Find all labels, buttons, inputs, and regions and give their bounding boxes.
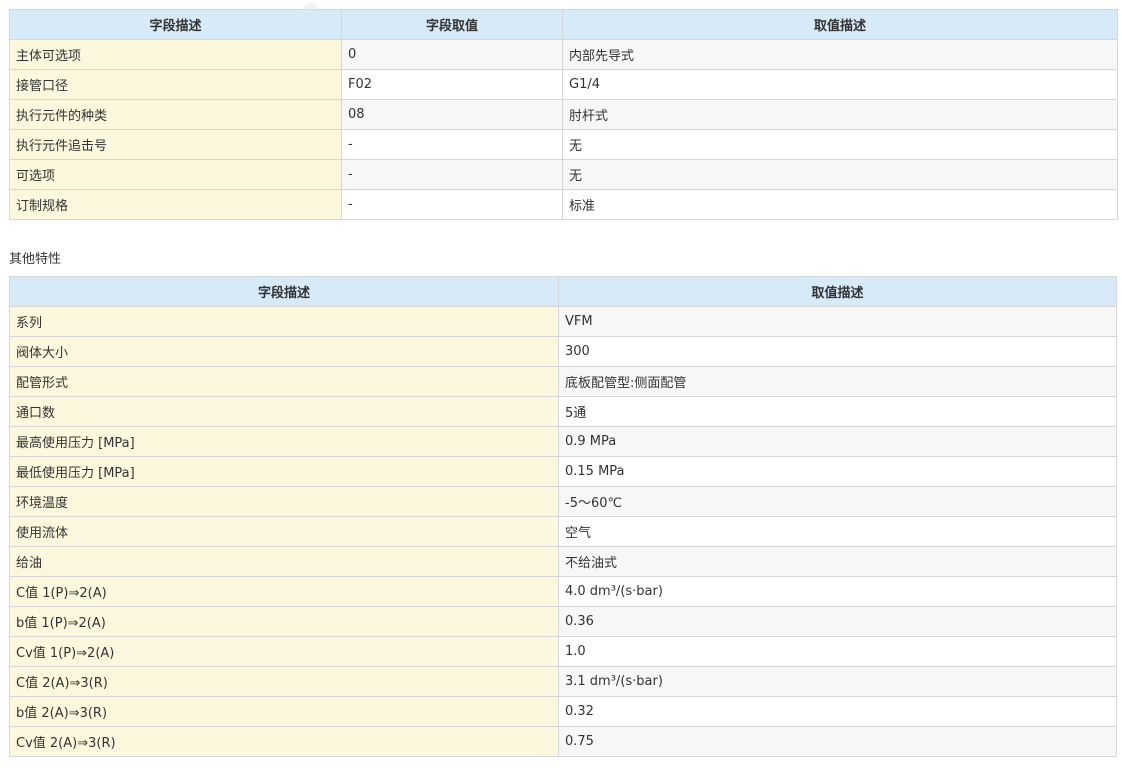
value-description-cell: 不给油式 <box>558 546 1117 577</box>
field-name-cell: 环境温度 <box>9 486 559 517</box>
value-description-cell: 底板配管型:侧面配管 <box>558 366 1117 397</box>
value-description-cell: 3.1 dm³/(s·bar) <box>558 666 1117 697</box>
table-row: 执行元件的种类 08 肘杆式 <box>9 99 1118 130</box>
field-name-cell: 执行元件的种类 <box>9 99 342 130</box>
spec-page: chem17.com chem17.com 字段描述 字段取值 取值描述 主体可… <box>0 0 1122 778</box>
column-header: 取值描述 <box>558 276 1117 307</box>
value-description-cell: 0.15 MPa <box>558 456 1117 487</box>
value-description-cell: G1/4 <box>562 69 1118 100</box>
table-row: 阀体大小 300 <box>9 336 1117 367</box>
field-value-cell: - <box>341 129 563 160</box>
column-header: 取值描述 <box>562 9 1118 40</box>
table-row: 主体可选项 0 内部先导式 <box>9 39 1118 70</box>
table-row: 给油 不给油式 <box>9 546 1117 577</box>
column-header: 字段描述 <box>9 276 559 307</box>
value-description-cell: 无 <box>562 129 1118 160</box>
spec-table-main: 字段描述 字段取值 取值描述 主体可选项 0 内部先导式 接管口径 F02 G1… <box>9 9 1118 220</box>
table-row: Cv值 1(P)⇒2(A) 1.0 <box>9 636 1117 667</box>
field-name-cell: 最低使用压力 [MPa] <box>9 456 559 487</box>
field-name-cell: 系列 <box>9 306 559 337</box>
table-row: b值 1(P)⇒2(A) 0.36 <box>9 606 1117 637</box>
column-header: 字段取值 <box>341 9 563 40</box>
field-value-cell: 08 <box>341 99 563 130</box>
field-name-cell: Cv值 2(A)⇒3(R) <box>9 726 559 757</box>
field-value-cell: - <box>341 189 563 220</box>
section-title: 其他特性 <box>9 252 62 267</box>
field-value-cell: - <box>341 159 563 190</box>
table-row: 订制规格 - 标准 <box>9 189 1118 220</box>
table-row: 使用流体 空气 <box>9 516 1117 547</box>
value-description-cell: 肘杆式 <box>562 99 1118 130</box>
value-description-cell: 0.36 <box>558 606 1117 637</box>
table-row: 可选项 - 无 <box>9 159 1118 190</box>
value-description-cell: 无 <box>562 159 1118 190</box>
value-description-cell: 标准 <box>562 189 1118 220</box>
table-row: b值 2(A)⇒3(R) 0.32 <box>9 696 1117 727</box>
table-row: 通口数 5通 <box>9 396 1117 427</box>
field-name-cell: C值 1(P)⇒2(A) <box>9 576 559 607</box>
table-row: 系列 VFM <box>9 306 1117 337</box>
value-description-cell: VFM <box>558 306 1117 337</box>
spec-table-other: 字段描述 取值描述 系列 VFM 阀体大小 300 配管形式 底板配管型:侧面配… <box>9 276 1117 757</box>
table-header-row: 字段描述 取值描述 <box>9 276 1117 307</box>
field-name-cell: 执行元件追击号 <box>9 129 342 160</box>
field-name-cell: 可选项 <box>9 159 342 190</box>
table-row: 最高使用压力 [MPa] 0.9 MPa <box>9 426 1117 457</box>
field-name-cell: C值 2(A)⇒3(R) <box>9 666 559 697</box>
value-description-cell: 1.0 <box>558 636 1117 667</box>
field-name-cell: 主体可选项 <box>9 39 342 70</box>
table-row: 最低使用压力 [MPa] 0.15 MPa <box>9 456 1117 487</box>
field-name-cell: 配管形式 <box>9 366 559 397</box>
value-description-cell: 0.32 <box>558 696 1117 727</box>
table-row: C值 1(P)⇒2(A) 4.0 dm³/(s·bar) <box>9 576 1117 607</box>
field-name-cell: 使用流体 <box>9 516 559 547</box>
value-description-cell: 内部先导式 <box>562 39 1118 70</box>
value-description-cell: 5通 <box>558 396 1117 427</box>
column-header: 字段描述 <box>9 9 342 40</box>
field-name-cell: 订制规格 <box>9 189 342 220</box>
field-value-cell: 0 <box>341 39 563 70</box>
value-description-cell: 0.9 MPa <box>558 426 1117 457</box>
field-name-cell: Cv值 1(P)⇒2(A) <box>9 636 559 667</box>
value-description-cell: 4.0 dm³/(s·bar) <box>558 576 1117 607</box>
field-name-cell: b值 2(A)⇒3(R) <box>9 696 559 727</box>
value-description-cell: 空气 <box>558 516 1117 547</box>
table-row: C值 2(A)⇒3(R) 3.1 dm³/(s·bar) <box>9 666 1117 697</box>
table-row: 配管形式 底板配管型:侧面配管 <box>9 366 1117 397</box>
table-row: Cv值 2(A)⇒3(R) 0.75 <box>9 726 1117 757</box>
field-name-cell: 最高使用压力 [MPa] <box>9 426 559 457</box>
value-description-cell: 300 <box>558 336 1117 367</box>
table-header-row: 字段描述 字段取值 取值描述 <box>9 9 1118 40</box>
field-name-cell: 接管口径 <box>9 69 342 100</box>
value-description-cell: -5～60℃ <box>558 486 1117 517</box>
field-name-cell: b值 1(P)⇒2(A) <box>9 606 559 637</box>
field-name-cell: 给油 <box>9 546 559 577</box>
field-value-cell: F02 <box>341 69 563 100</box>
field-name-cell: 通口数 <box>9 396 559 427</box>
value-description-cell: 0.75 <box>558 726 1117 757</box>
table-row: 执行元件追击号 - 无 <box>9 129 1118 160</box>
field-name-cell: 阀体大小 <box>9 336 559 367</box>
table-row: 环境温度 -5～60℃ <box>9 486 1117 517</box>
table-row: 接管口径 F02 G1/4 <box>9 69 1118 100</box>
